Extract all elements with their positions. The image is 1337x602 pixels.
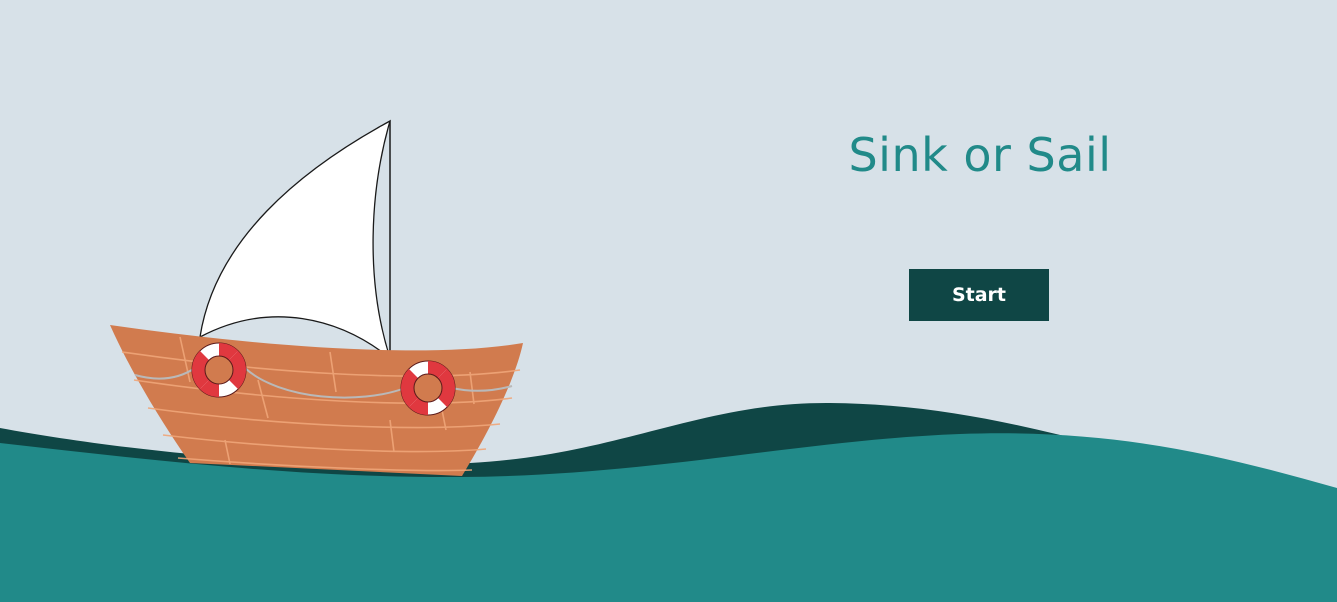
- lifebuoy-icon: [400, 360, 456, 416]
- sailboat-icon: [110, 119, 523, 476]
- ocean-scene: [0, 119, 1337, 602]
- start-button[interactable]: Start: [909, 269, 1049, 321]
- lifebuoy-icon: [191, 342, 247, 398]
- sail: [199, 119, 392, 360]
- game-start-screen: Sink or Sail Start: [0, 0, 1337, 602]
- game-title: Sink or Sail: [848, 128, 1112, 182]
